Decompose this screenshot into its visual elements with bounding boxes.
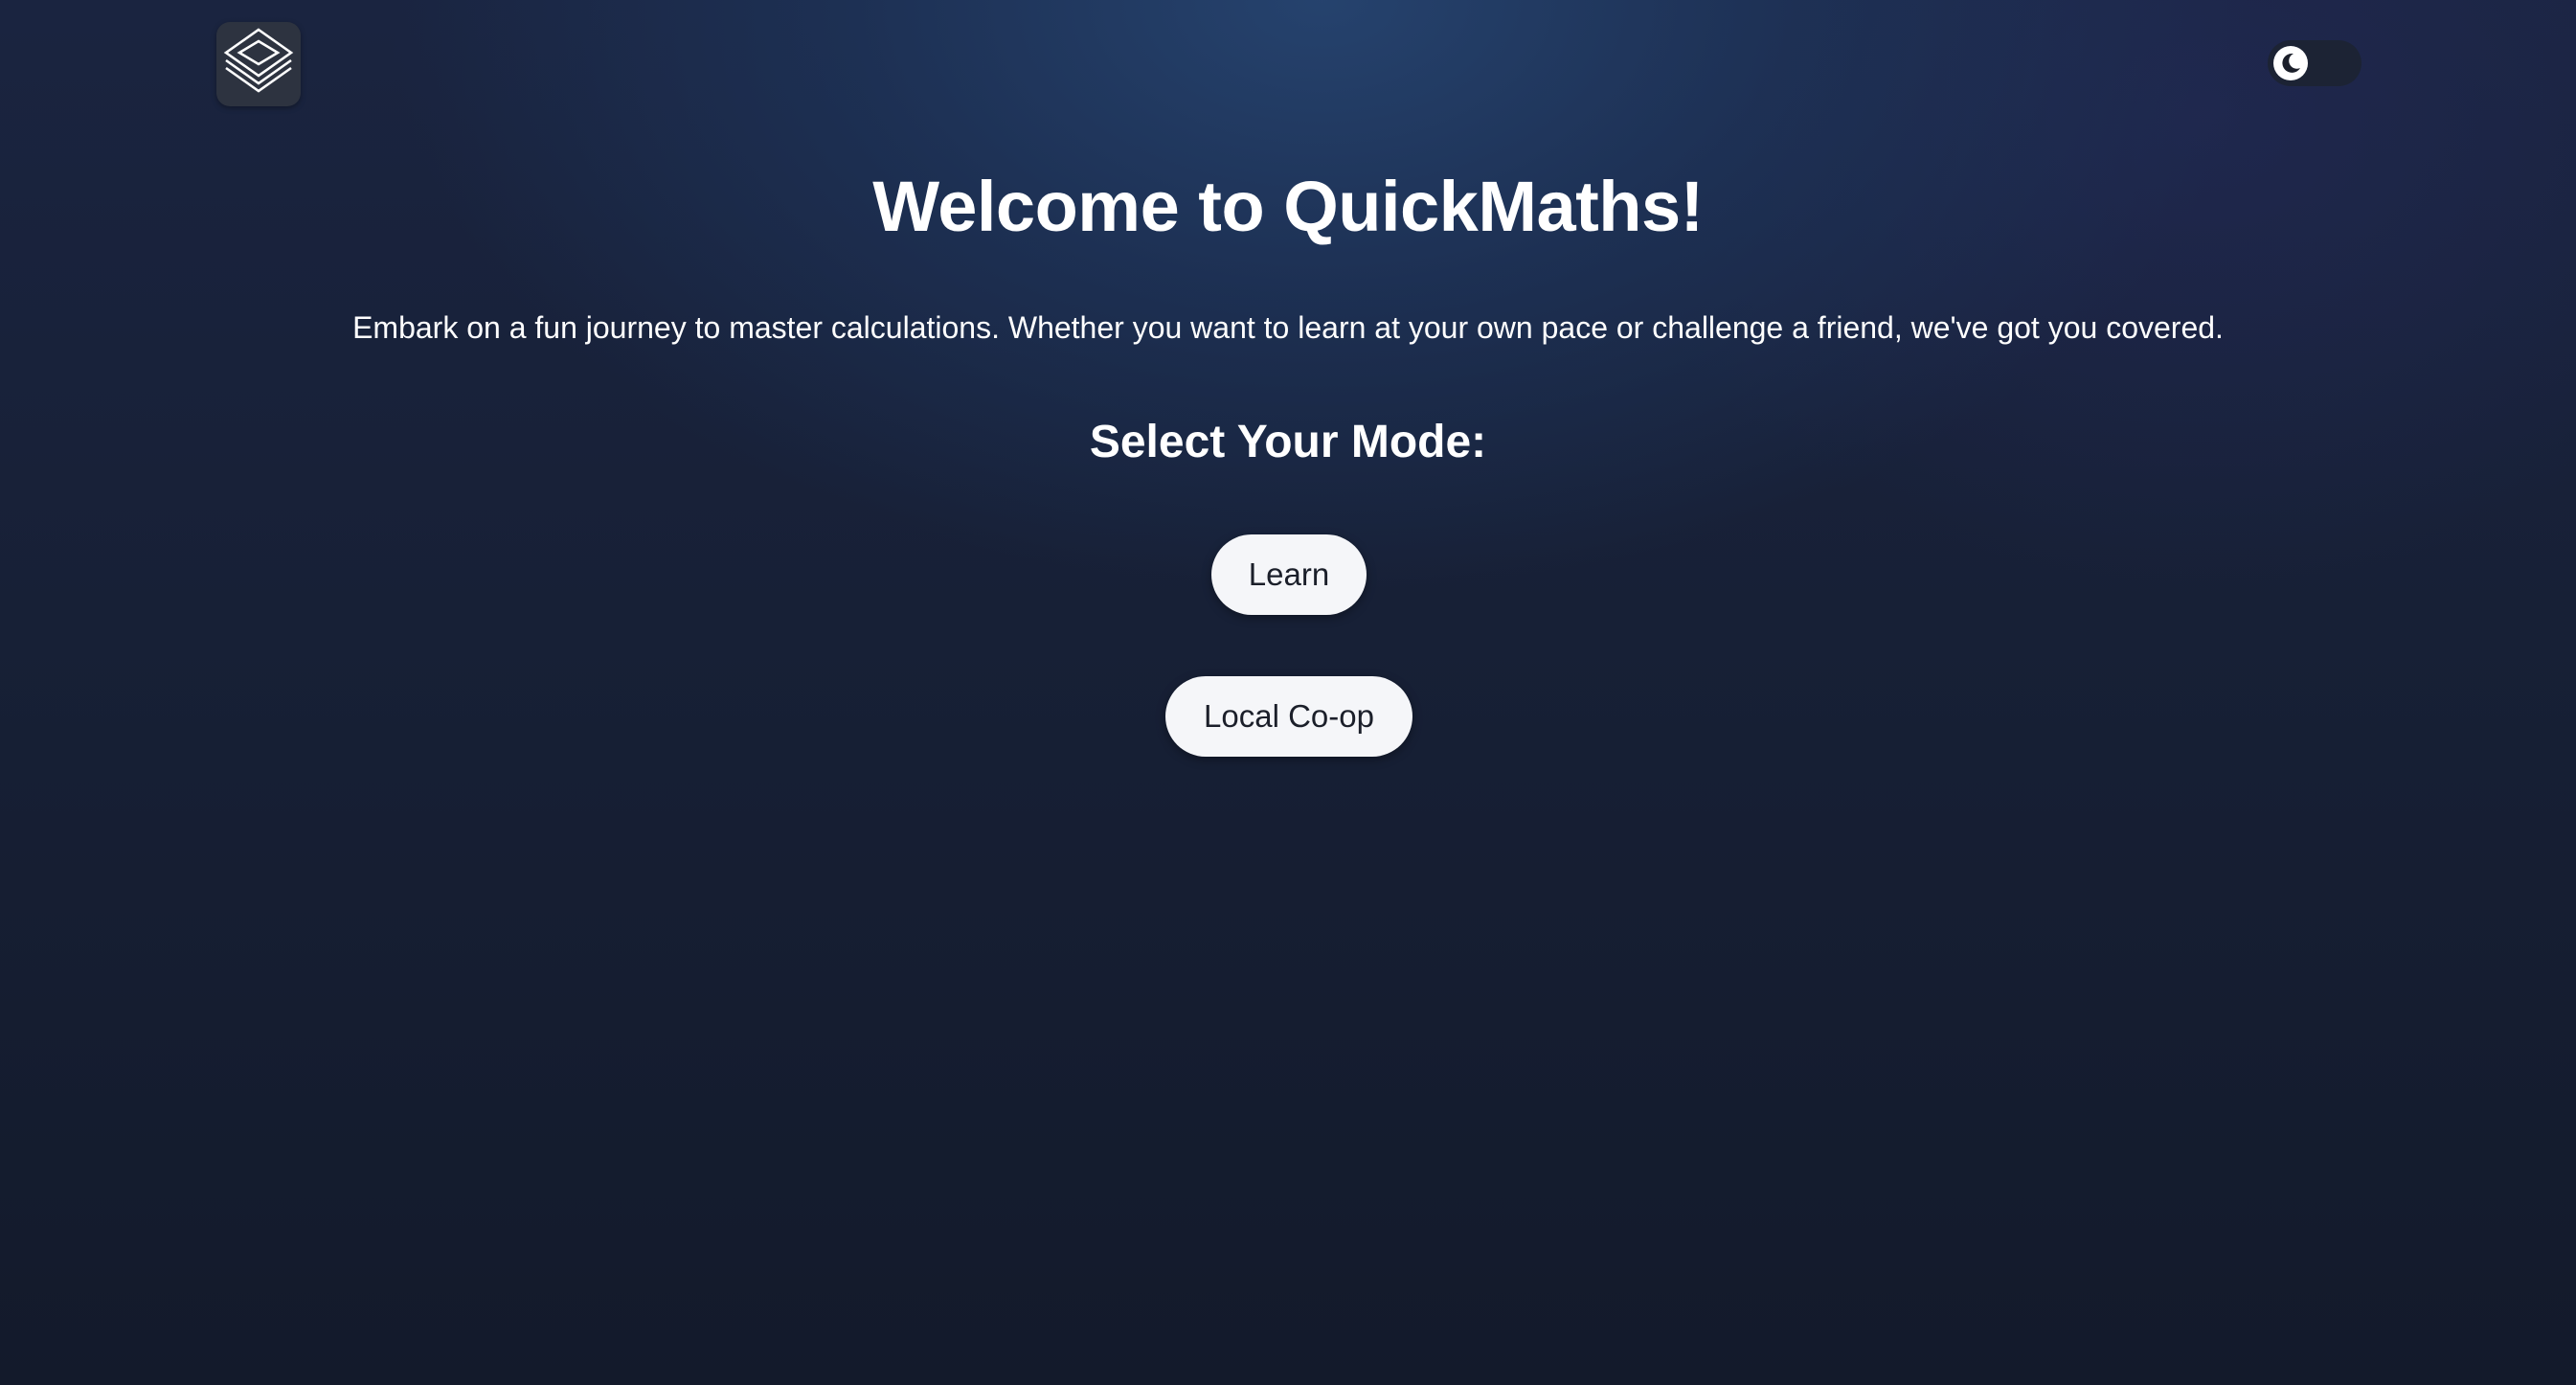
page-title: Welcome to QuickMaths!: [872, 167, 1704, 246]
intro-text: Embark on a fun journey to master calcul…: [352, 310, 2224, 345]
local-coop-button[interactable]: Local Co-op: [1165, 676, 1412, 757]
app-logo[interactable]: [216, 22, 301, 106]
theme-toggle-knob: [2273, 46, 2308, 80]
theme-toggle[interactable]: [2268, 40, 2361, 86]
layers-icon: [223, 28, 294, 93]
moon-icon: [2282, 53, 2300, 73]
mode-heading: Select Your Mode:: [1089, 417, 1487, 467]
learn-button[interactable]: Learn: [1211, 534, 1367, 615]
